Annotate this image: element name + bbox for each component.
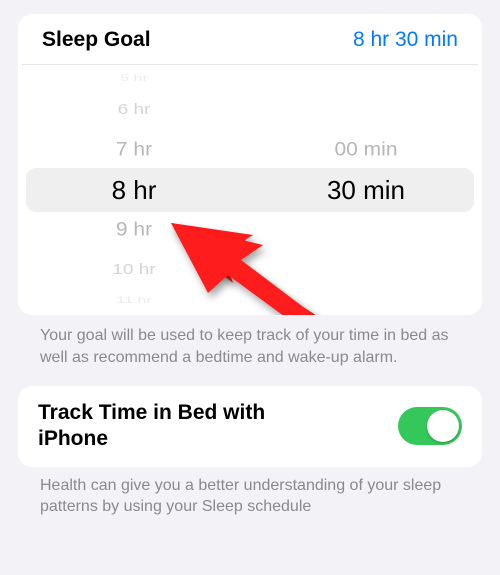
picker-option[interactable]: 5 hr <box>18 73 250 85</box>
picker-option <box>250 73 482 85</box>
track-time-row: Track Time in Bed with iPhone <box>18 386 482 467</box>
sleep-goal-card: Sleep Goal 8 hr 30 min 5 hr 6 hr 7 hr 8 … <box>18 14 482 315</box>
hours-wheel[interactable]: 5 hr 6 hr 7 hr 8 hr 9 hr 10 hr 11 hr <box>18 65 250 315</box>
track-time-caption: Health can give you a better understandi… <box>18 467 482 536</box>
toggle-knob <box>427 410 459 442</box>
picker-option[interactable]: 00 min <box>250 132 482 169</box>
picker-option <box>250 254 482 285</box>
track-time-card: Track Time in Bed with iPhone <box>18 386 482 467</box>
sleep-goal-title: Sleep Goal <box>42 28 151 52</box>
sleep-goal-header: Sleep Goal 8 hr 30 min <box>22 14 478 65</box>
picker-option <box>250 212 482 249</box>
picker-option[interactable]: 9 hr <box>18 212 250 249</box>
picker-option[interactable]: 7 hr <box>18 132 250 169</box>
picker-option-selected[interactable]: 8 hr <box>18 170 250 210</box>
picker-option[interactable]: 10 hr <box>18 254 250 285</box>
picker-option[interactable]: 11 hr <box>18 295 250 307</box>
picker-option-selected[interactable]: 30 min <box>250 170 482 210</box>
sleep-goal-value[interactable]: 8 hr 30 min <box>353 28 458 52</box>
track-time-toggle[interactable] <box>398 407 462 445</box>
picker-option <box>250 94 482 125</box>
picker-option[interactable]: 6 hr <box>18 94 250 125</box>
track-time-label: Track Time in Bed with iPhone <box>38 400 338 453</box>
picker-option <box>250 295 482 307</box>
sleep-goal-caption: Your goal will be used to keep track of … <box>18 315 482 386</box>
minutes-wheel[interactable]: 00 min 30 min <box>250 65 482 315</box>
sleep-goal-picker[interactable]: 5 hr 6 hr 7 hr 8 hr 9 hr 10 hr 11 hr 00 … <box>18 65 482 315</box>
